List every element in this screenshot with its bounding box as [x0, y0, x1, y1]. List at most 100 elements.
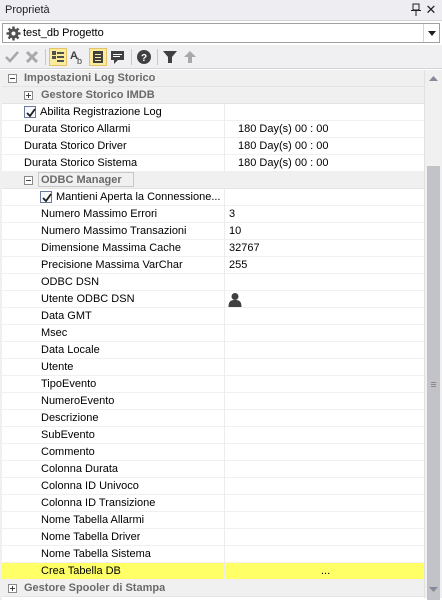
property-value[interactable]: 180 Day(s) 00 : 00 — [224, 155, 424, 172]
property-value[interactable] — [224, 393, 424, 410]
property-row[interactable]: Numero Massimo Transazioni 10 — [2, 223, 424, 240]
property-name: Numero Massimo Transazioni — [41, 225, 187, 237]
property-row[interactable]: Durata Storico Driver 180 Day(s) 00 : 00 — [2, 138, 424, 155]
close-icon[interactable]: ✕ — [424, 3, 438, 17]
property-value[interactable] — [224, 189, 424, 206]
property-value[interactable] — [224, 291, 424, 308]
property-value[interactable]: 32767 — [224, 240, 424, 257]
property-row[interactable]: NumeroEvento — [2, 393, 424, 410]
scroll-up-icon[interactable] — [425, 70, 442, 87]
object-selector-value: test_db Progetto — [23, 27, 104, 39]
property-value[interactable] — [224, 342, 424, 359]
property-name: Durata Storico Sistema — [24, 157, 138, 169]
property-row[interactable]: Colonna ID Univoco — [2, 478, 424, 495]
property-value[interactable] — [224, 427, 424, 444]
category-label: ODBC Manager — [41, 174, 122, 186]
category-row[interactable]: Impostazioni Log Storico — [2, 70, 424, 87]
property-row[interactable]: Utente ODBC DSN — [2, 291, 424, 308]
property-value[interactable]: 180 Day(s) 00 : 00 — [224, 138, 424, 155]
property-row[interactable]: Durata Storico Allarmi 180 Day(s) 00 : 0… — [2, 121, 424, 138]
toolbar-separator — [131, 49, 132, 65]
panel-titlebar: Proprietà ✕ — [0, 0, 442, 21]
property-row[interactable]: Dimensione Massima Cache 32767 — [2, 240, 424, 257]
property-row[interactable]: Durata Storico Sistema 180 Day(s) 00 : 0… — [2, 155, 424, 172]
filter-icon[interactable] — [161, 48, 179, 66]
panel-title: Proprietà — [5, 4, 50, 16]
comments-icon[interactable] — [109, 48, 127, 66]
properties-toolbar: Ab ? — [0, 45, 442, 69]
property-pages-icon[interactable] — [89, 48, 107, 66]
checkbox[interactable] — [40, 191, 52, 203]
chevron-down-icon[interactable] — [423, 24, 439, 42]
property-row[interactable]: Msec — [2, 325, 424, 342]
property-name: Durata Storico Driver — [24, 140, 127, 152]
property-row[interactable]: Precisione Massima VarChar 255 — [2, 257, 424, 274]
up-arrow-icon[interactable] — [181, 48, 199, 66]
property-value[interactable] — [224, 104, 424, 121]
property-name: Nome Tabella Driver — [41, 531, 141, 543]
property-value[interactable]: 10 — [224, 223, 424, 240]
property-row[interactable]: Colonna ID Transizione — [2, 495, 424, 512]
property-row[interactable]: Nome Tabella Allarmi — [2, 512, 424, 529]
help-icon[interactable]: ? — [135, 48, 153, 66]
property-row[interactable]: Colonna Durata — [2, 461, 424, 478]
toolbar-separator — [45, 49, 46, 65]
property-name: Utente — [41, 361, 74, 373]
checkbox[interactable] — [24, 106, 36, 118]
property-row[interactable]: Descrizione — [2, 410, 424, 427]
scrollbar-thumb[interactable] — [427, 166, 440, 600]
collapse-icon[interactable] — [24, 176, 33, 185]
category-row[interactable]: Gestore Spooler di Stampa — [2, 580, 424, 597]
property-value[interactable] — [224, 376, 424, 393]
property-row[interactable]: Nome Tabella Sistema — [2, 546, 424, 563]
property-value[interactable] — [224, 478, 424, 495]
property-value[interactable] — [224, 444, 424, 461]
property-row[interactable]: TipoEvento — [2, 376, 424, 393]
property-row[interactable]: Mantieni Aperta la Connessione... — [2, 189, 424, 206]
property-row[interactable]: Nome Tabella Driver — [2, 529, 424, 546]
categorized-icon[interactable] — [49, 48, 67, 66]
property-name: Nome Tabella Sistema — [41, 548, 151, 560]
property-row[interactable]: ODBC DSN — [2, 274, 424, 291]
subcategory-row[interactable]: ODBC Manager — [2, 172, 424, 189]
property-value[interactable] — [224, 529, 424, 546]
vertical-scrollbar[interactable] — [424, 70, 442, 600]
property-value[interactable] — [224, 512, 424, 529]
property-row[interactable]: Abilita Registrazione Log — [2, 104, 424, 121]
property-value[interactable]: 255 — [224, 257, 424, 274]
scroll-down-icon[interactable] — [425, 581, 442, 598]
ellipsis-button[interactable]: ... — [224, 563, 424, 580]
property-value[interactable] — [224, 546, 424, 563]
property-name: SubEvento — [41, 429, 95, 441]
property-name: Durata Storico Allarmi — [24, 123, 131, 135]
property-value[interactable] — [224, 410, 424, 427]
property-value[interactable] — [224, 325, 424, 342]
subcategory-row[interactable]: Gestore Storico IMDB — [2, 87, 424, 104]
expand-icon[interactable] — [24, 91, 33, 100]
property-value[interactable] — [224, 308, 424, 325]
alphabetical-icon[interactable]: Ab — [69, 48, 87, 66]
cancel-icon[interactable] — [23, 48, 41, 66]
property-name: Precisione Massima VarChar — [41, 259, 183, 271]
property-value[interactable] — [224, 495, 424, 512]
property-row[interactable]: Utente — [2, 359, 424, 376]
property-name: Data Locale — [41, 344, 100, 356]
object-selector[interactable]: test_db Progetto — [2, 23, 440, 43]
property-value[interactable]: 180 Day(s) 00 : 00 — [224, 121, 424, 138]
collapse-icon[interactable] — [8, 74, 17, 83]
property-name: Mantieni Aperta la Connessione... — [56, 191, 221, 203]
expand-icon[interactable] — [8, 584, 17, 593]
pin-icon[interactable] — [410, 3, 422, 17]
property-value[interactable] — [224, 461, 424, 478]
property-value[interactable] — [224, 274, 424, 291]
property-row[interactable]: Commento — [2, 444, 424, 461]
property-value[interactable]: 3 — [224, 206, 424, 223]
check-icon[interactable] — [3, 48, 21, 66]
property-grid: Impostazioni Log Storico Gestore Storico… — [2, 70, 424, 598]
property-row[interactable]: Data Locale — [2, 342, 424, 359]
property-row-selected[interactable]: Crea Tabella DB ... — [2, 563, 424, 580]
property-value[interactable] — [224, 359, 424, 376]
property-row[interactable]: SubEvento — [2, 427, 424, 444]
property-row[interactable]: Numero Massimo Errori 3 — [2, 206, 424, 223]
property-row[interactable]: Data GMT — [2, 308, 424, 325]
